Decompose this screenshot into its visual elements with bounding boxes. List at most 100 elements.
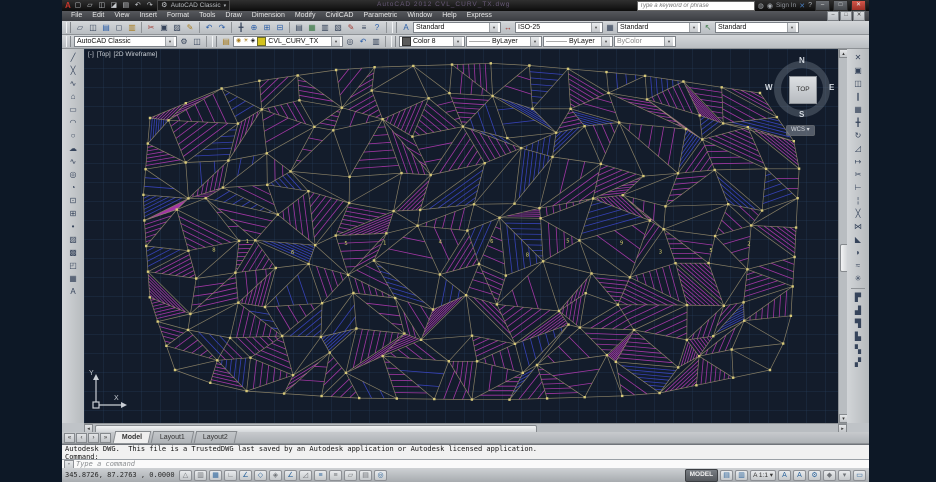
chevron-down-icon[interactable]: ▾ [331,37,340,46]
menu-modify[interactable]: Modify [290,11,321,21]
ellipse-arc-icon[interactable]: ◔ [67,182,80,194]
doc-minimize-button[interactable]: – [827,11,839,21]
viewcube[interactable]: N S W E TOP [772,59,832,119]
cut-icon[interactable]: ✂ [145,22,157,34]
zoom-previous-icon[interactable]: ⊟ [274,22,286,34]
save-as-icon[interactable]: ◪ [109,1,119,10]
mleader-style-dropdown[interactable]: Standard ▾ [715,22,799,33]
erase-icon[interactable]: ✕ [852,52,865,64]
command-line-area[interactable]: Autodesk DWG. This file is a TrustedDWG … [62,444,869,468]
dynamic-input-toggle[interactable]: ≡ [314,470,327,481]
lineweight-dropdown[interactable]: ——— ByLayer ▾ [543,36,613,47]
save-icon[interactable]: ◫ [87,22,99,34]
plot-preview-icon[interactable]: ◻ [113,22,125,34]
ellipse-icon[interactable]: ◎ [67,169,80,181]
chevron-down-icon[interactable]: ▾ [591,23,600,32]
designcenter-icon[interactable]: ▦ [306,22,318,34]
redo-icon[interactable]: ↷ [145,1,155,10]
polyline-icon[interactable]: ∿ [67,78,80,90]
menu-civilcad[interactable]: CivilCAD [320,11,358,21]
status-bar-menu-arrow[interactable]: ▾ [838,470,851,481]
plot-icon[interactable]: ▤ [121,1,131,10]
hatch-icon[interactable]: ▨ [67,234,80,246]
first-tab-button[interactable]: « [64,433,75,443]
point-icon[interactable]: • [67,221,80,233]
text-style-dropdown[interactable]: Standard ▾ [413,22,501,33]
chevron-down-icon[interactable]: ▾ [664,37,673,46]
chevron-down-icon[interactable]: ▾ [689,23,698,32]
layer-color-swatch[interactable] [257,37,266,46]
layer-on-icon[interactable]: ◉ [236,37,241,46]
viewcube-east[interactable]: E [829,83,834,92]
workspace-dropdown[interactable]: ⚙ AutoCAD Classic ▾ [157,0,230,11]
spline-icon[interactable]: ∿ [67,156,80,168]
tab-layout1[interactable]: Layout1 [151,431,194,443]
quick-view-layouts-icon[interactable]: ▤ [720,470,733,481]
chevron-down-icon[interactable]: ▾ [530,37,539,46]
toolbar-grip[interactable] [212,36,217,47]
chevron-down-icon[interactable]: ▾ [601,37,610,46]
viewcube-north[interactable]: N [799,56,805,65]
layer-thaw-icon[interactable]: ☀ [243,37,248,46]
tab-model[interactable]: Model [113,431,152,443]
blend-curves-icon[interactable]: ≈ [852,260,865,272]
color-dropdown[interactable]: Color 8 ▾ [399,36,465,47]
polygon-icon[interactable]: ⌂ [67,91,80,103]
signin-link[interactable]: Sign In [776,2,796,9]
plot-icon[interactable]: ▤ [100,22,112,34]
menu-dimension[interactable]: Dimension [247,11,290,21]
prev-tab-button[interactable]: ‹ [76,433,87,443]
doc-restore-button[interactable]: □ [840,11,852,21]
make-block-icon[interactable]: ⊞ [67,208,80,220]
tool-palettes-icon[interactable]: ▥ [319,22,331,34]
layer-states-icon[interactable]: ▥ [370,36,382,48]
grid-toggle[interactable]: ▦ [209,470,222,481]
quick-properties-toggle[interactable]: ▤ [359,470,372,481]
next-tab-button[interactable]: › [88,433,99,443]
zoom-window-icon[interactable]: ⊞ [261,22,273,34]
table-style-dropdown[interactable]: Standard ▾ [617,22,701,33]
minimize-button[interactable]: – [815,0,830,11]
plot-style-dropdown[interactable]: ByColor ▾ [614,36,676,47]
undo-icon[interactable]: ↶ [203,22,215,34]
snap-toggle[interactable]: ▥ [194,470,207,481]
sheet-set-manager-icon[interactable]: ▧ [332,22,344,34]
toolbar-grip[interactable] [66,36,71,47]
viewcube-west[interactable]: W [765,83,773,92]
bring-to-front-icon[interactable]: ▛ [852,292,865,304]
save-workspace-icon[interactable]: ◫ [191,36,203,48]
open-icon[interactable]: ▱ [85,1,95,10]
auto-annotate-icon[interactable]: A [793,470,806,481]
copy-icon[interactable]: ▣ [158,22,170,34]
workspace-switching-icon[interactable]: ⚙ [808,470,821,481]
vertical-scrollbar[interactable]: ▴ ▾ [838,49,847,423]
line-icon[interactable]: ╱ [67,52,80,64]
menu-express[interactable]: Express [462,11,497,21]
dim-style-dropdown[interactable]: ISO-25 ▾ [515,22,603,33]
osnap-3d-toggle[interactable]: ◈ [269,470,282,481]
infocenter-search-input[interactable] [637,1,755,11]
menu-draw[interactable]: Draw [220,11,246,21]
mirror-icon[interactable]: ◫ [852,78,865,90]
chevron-down-icon[interactable]: ▾ [165,37,174,46]
dynamic-ucs-toggle[interactable]: ◿ [299,470,312,481]
viewport-menu-control[interactable]: [-] [88,51,94,58]
help-icon[interactable]: ? [808,2,812,9]
join-icon[interactable]: ⋈ [852,221,865,233]
insert-block-icon[interactable]: ⊡ [67,195,80,207]
explode-icon[interactable]: ✳ [852,273,865,285]
search-icon[interactable]: ◍ [758,2,764,10]
properties-icon[interactable]: ▤ [293,22,305,34]
move-icon[interactable]: ╋ [852,117,865,129]
toolbar-lock-icon[interactable]: ◆ [823,470,836,481]
toolbar-grip[interactable] [391,36,396,47]
toolbar-grip[interactable] [392,22,397,33]
new-icon[interactable]: ▢ [73,1,83,10]
menu-view[interactable]: View [109,11,134,21]
make-object-layer-current-icon[interactable]: ◎ [344,36,356,48]
redo-icon[interactable]: ↷ [216,22,228,34]
osnap-toggle[interactable]: ◇ [254,470,267,481]
circle-icon[interactable]: ○ [67,130,80,142]
viewcube-south[interactable]: S [799,110,804,119]
last-tab-button[interactable]: » [100,433,111,443]
